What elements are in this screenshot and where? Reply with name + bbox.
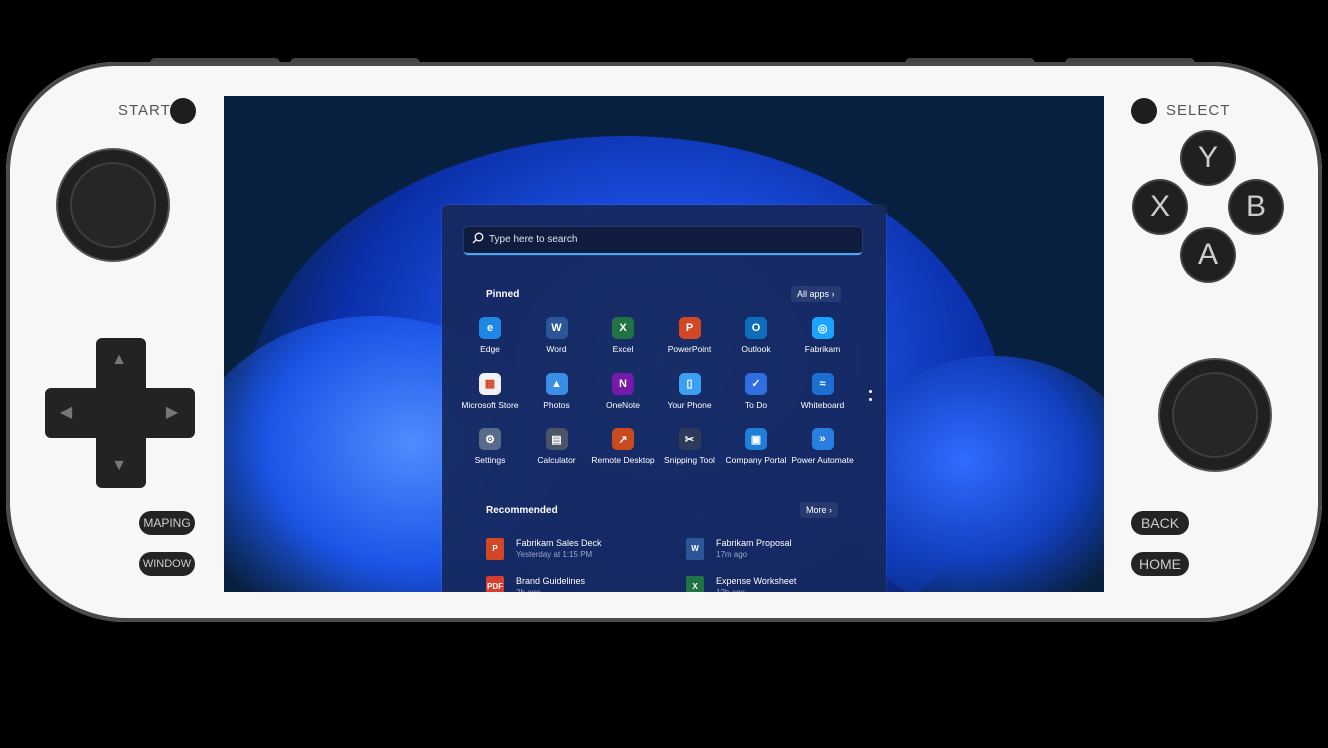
pinned-app-company-portal[interactable]: ▣ Company Portal [722,428,790,478]
pinned-app-snipping-tool[interactable]: ✂ Snipping Tool [656,428,724,478]
pinned-app-label: Settings [474,455,506,465]
x-button[interactable]: X [1134,181,1186,233]
outlook-icon: O [745,317,767,339]
pinned-app-fabrikam[interactable]: ◎ Fabrikam [789,317,857,367]
company-portal-icon: ▣ [745,428,767,450]
recommended-item-title: Fabrikam Proposal [716,538,792,548]
pinned-app-label: Company Portal [725,455,787,465]
pinned-app-label: Excel [612,344,634,354]
remote-desktop-icon: ↗ [612,428,634,450]
page-dots[interactable] [869,390,872,406]
powerpoint-icon: P [678,317,701,339]
recommended-item-title: Brand Guidelines [516,576,586,586]
right-analog-stick[interactable] [1160,360,1270,470]
word-icon: W [545,317,568,339]
store-icon: ▦ [479,372,501,395]
fabrikam-icon: ◎ [811,317,834,339]
pdf-file-icon: PDF [486,576,504,592]
search-icon [472,232,484,244]
dpad-left-icon[interactable]: ◀ [56,403,76,423]
recommended-item-time: 17m ago [716,550,748,559]
pinned-app-photos[interactable]: ▲ Photos [523,372,591,423]
pinned-app-whiteboard[interactable]: ≈ Whiteboard [789,372,857,423]
recommended-item-title: Expense Worksheet [716,576,797,586]
photos-icon: ▲ [545,372,568,395]
pinned-app-label: Microsoft Store [461,399,519,410]
device-screen[interactable]: Type here to search Pinned All apps › eE… [224,96,1104,592]
recommended-item[interactable]: PDF Brand Guidelines 2h ago [486,574,676,592]
dpad-up-icon[interactable]: ▲ [109,350,129,370]
a-button[interactable]: A [1182,229,1234,281]
pinned-app-powerpoint[interactable]: P PowerPoint [656,317,724,367]
window-button[interactable]: WINDOW [139,552,195,576]
edge-icon: e [479,317,501,339]
home-button[interactable]: HOME [1131,552,1189,576]
all-apps-button[interactable]: All apps › [791,286,841,302]
word-file-icon: W [686,538,704,560]
search-placeholder: Type here to search [489,234,578,245]
todo-icon: ✓ [745,372,767,395]
pinned-app-to-do[interactable]: ✓ To Do [722,372,790,423]
pinned-app-label: Remote Desktop [591,455,655,465]
y-button[interactable]: Y [1182,132,1234,184]
pinned-app-label: To Do [744,399,768,410]
start-label: START [118,102,171,119]
pinned-app-label: Fabrikam [804,344,841,354]
pinned-app-word[interactable]: W Word [523,317,591,367]
pinned-app-label: Photos [543,399,570,410]
mapping-button[interactable]: MAPING [139,511,195,535]
pinned-app-label: Your Phone [667,399,712,410]
pinned-title: Pinned [486,289,520,300]
pinned-app-label: Word [546,344,567,354]
snipping-tool-icon: ✂ [678,428,701,450]
settings-icon: ⚙ [479,428,501,450]
powerpoint-file-icon: P [486,538,504,560]
start-button[interactable] [170,98,196,124]
dpad-right-icon[interactable]: ▶ [162,403,182,423]
pinned-app-label: Whiteboard [800,399,845,410]
start-menu: Type here to search Pinned All apps › eE… [442,205,886,592]
pinned-app-onenote[interactable]: N OneNote [589,372,657,423]
pinned-app-microsoft-store[interactable]: ▦ Microsoft Store [456,372,524,423]
back-button[interactable]: BACK [1131,511,1189,535]
whiteboard-icon: ≈ [811,372,834,395]
b-button[interactable]: B [1230,181,1282,233]
pinned-app-label: OneNote [605,399,641,410]
pinned-app-label: Snipping Tool [664,455,715,465]
recommended-item-time: 2h ago [516,588,540,592]
start-search-box[interactable]: Type here to search [464,227,862,255]
recommended-item[interactable]: W Fabrikam Proposal 17m ago [686,536,876,566]
more-button[interactable]: More › [800,502,839,518]
dpad-down-icon[interactable]: ▼ [109,456,129,476]
calculator-icon: ▤ [545,428,568,450]
pinned-app-label: PowerPoint [667,344,712,354]
pinned-app-label: Edge [480,344,500,354]
recommended-title: Recommended [486,505,558,516]
excel-file-icon: X [686,576,704,592]
select-button[interactable] [1131,98,1157,124]
left-analog-stick[interactable] [58,150,168,260]
recommended-item-time: Yesterday at 1:15 PM [516,550,593,559]
pinned-app-calculator[interactable]: ▤ Calculator [523,428,591,478]
pinned-app-settings[interactable]: ⚙ Settings [456,428,524,478]
pinned-app-excel[interactable]: X Excel [589,317,657,367]
select-label: SELECT [1166,102,1231,119]
pinned-app-edge[interactable]: e Edge [456,317,524,367]
pinned-app-power-automate[interactable]: » Power Automate [789,428,857,478]
recommended-item[interactable]: P Fabrikam Sales Deck Yesterday at 1:15 PM [486,536,676,566]
phone-icon: ▯ [678,372,701,395]
recommended-item-title: Fabrikam Sales Deck [516,538,602,548]
excel-icon: X [612,317,634,339]
recommended-item-time: 12h ago [716,588,745,592]
pinned-app-label: Calculator [537,455,576,465]
recommended-item[interactable]: X Expense Worksheet 12h ago [686,574,876,592]
onenote-icon: N [612,372,634,395]
power-automate-icon: » [811,428,834,450]
pinned-app-remote-desktop[interactable]: ↗ Remote Desktop [589,428,657,478]
pinned-app-label: Power Automate [791,455,854,465]
pinned-app-label: Outlook [741,344,771,354]
pinned-app-outlook[interactable]: O Outlook [722,317,790,367]
pinned-app-your-phone[interactable]: ▯ Your Phone [656,372,724,423]
